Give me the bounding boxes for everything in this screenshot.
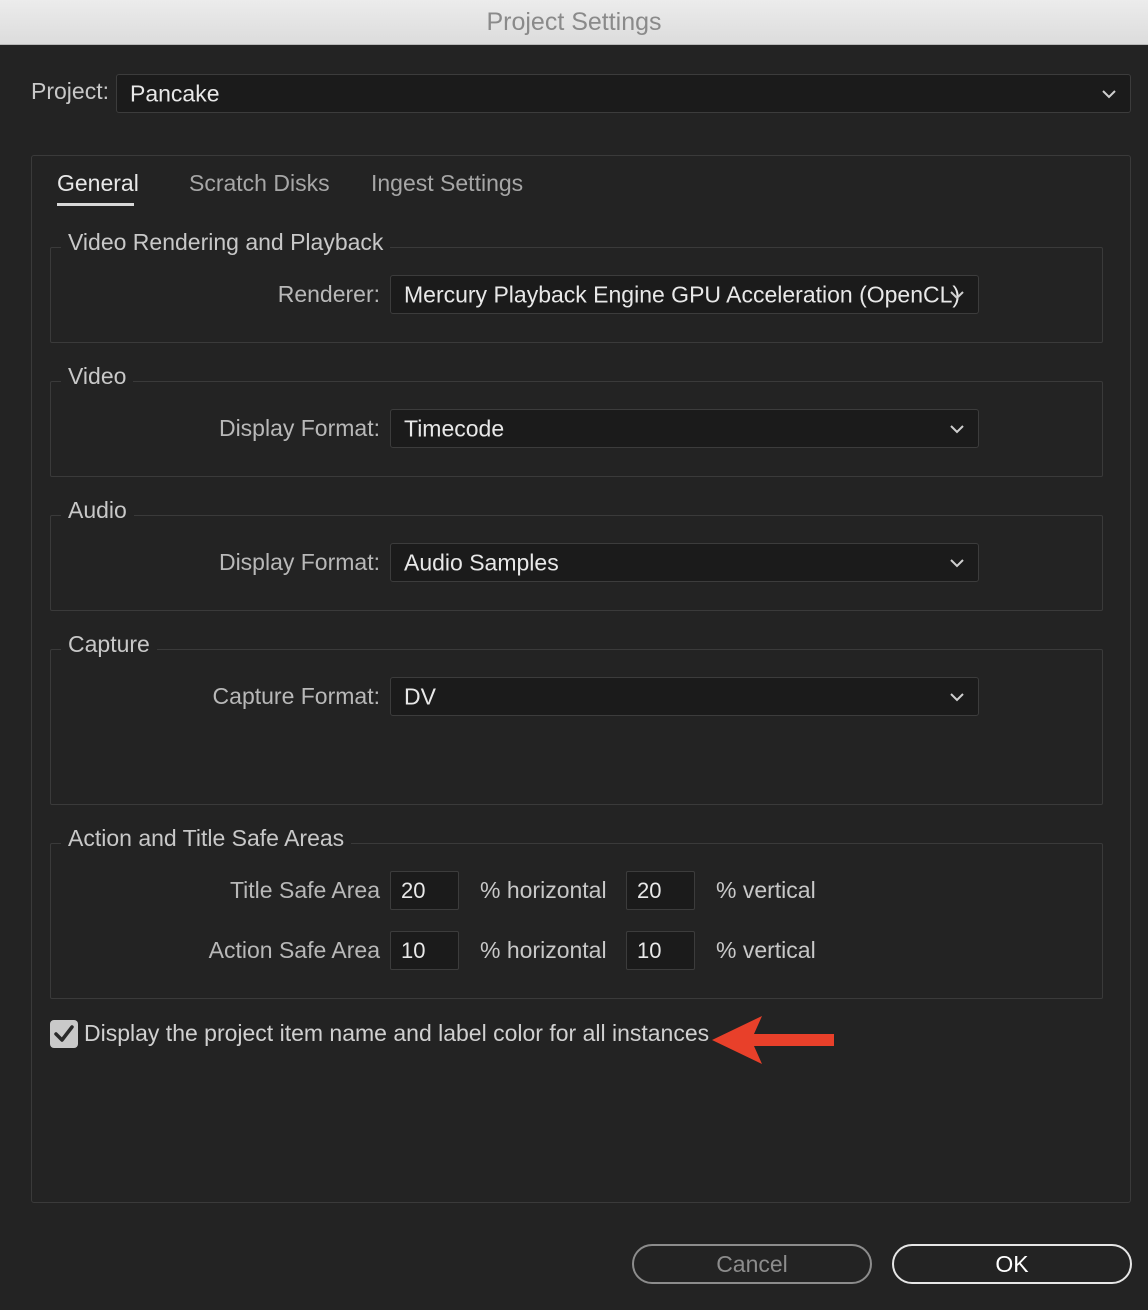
chevron-down-icon xyxy=(950,290,964,299)
video-rendering-legend: Video Rendering and Playback xyxy=(61,229,391,256)
video-display-format-label: Display Format: xyxy=(218,415,380,441)
action-safe-vertical-unit: % vertical xyxy=(716,937,816,963)
project-label: Project: xyxy=(31,78,109,104)
chevron-down-icon xyxy=(950,692,964,701)
tab-scratch-disks[interactable]: Scratch Disks xyxy=(189,170,330,197)
cancel-button[interactable]: Cancel xyxy=(632,1244,872,1284)
tab-general[interactable]: General xyxy=(57,170,139,197)
red-arrow-icon xyxy=(712,1016,834,1064)
video-legend: Video xyxy=(61,363,134,390)
action-safe-horizontal-input[interactable]: 10 xyxy=(390,931,459,970)
title-safe-vertical-unit: % vertical xyxy=(716,877,816,903)
safe-areas-group: Action and Title Safe Areas xyxy=(50,825,1103,999)
video-display-format-select[interactable]: Timecode xyxy=(390,409,979,448)
active-tab-indicator xyxy=(57,203,134,206)
project-select-value: Pancake xyxy=(130,80,220,106)
project-select[interactable]: Pancake xyxy=(116,74,1131,113)
title-safe-vertical-input[interactable]: 20 xyxy=(626,871,695,910)
title-safe-horizontal-input[interactable]: 20 xyxy=(390,871,459,910)
checkmark-icon xyxy=(54,1025,74,1042)
title-safe-horizontal-unit: % horizontal xyxy=(480,877,607,903)
window-title-bar: Project Settings xyxy=(0,0,1148,45)
chevron-down-icon xyxy=(950,558,964,567)
capture-format-select[interactable]: DV xyxy=(390,677,979,716)
safe-areas-legend: Action and Title Safe Areas xyxy=(61,825,352,852)
capture-legend: Capture xyxy=(61,631,157,658)
title-safe-area-label: Title Safe Area xyxy=(229,877,380,903)
capture-group: Capture xyxy=(50,631,1103,805)
renderer-label: Renderer: xyxy=(277,281,380,307)
audio-display-format-value: Audio Samples xyxy=(404,549,559,575)
tab-ingest-settings[interactable]: Ingest Settings xyxy=(371,170,523,197)
audio-display-format-label: Display Format: xyxy=(218,549,380,575)
ok-button[interactable]: OK xyxy=(892,1244,1132,1284)
action-safe-horizontal-unit: % horizontal xyxy=(480,937,607,963)
action-safe-area-label: Action Safe Area xyxy=(208,937,380,963)
audio-legend: Audio xyxy=(61,497,134,524)
chevron-down-icon xyxy=(950,424,964,433)
display-item-name-checkbox[interactable] xyxy=(50,1020,78,1048)
capture-format-label: Capture Format: xyxy=(212,683,380,709)
audio-display-format-select[interactable]: Audio Samples xyxy=(390,543,979,582)
action-safe-vertical-input[interactable]: 10 xyxy=(626,931,695,970)
video-display-format-value: Timecode xyxy=(404,415,505,441)
chevron-down-icon xyxy=(1102,89,1116,98)
window-title: Project Settings xyxy=(486,8,662,36)
renderer-select-value: Mercury Playback Engine GPU Acceleration… xyxy=(404,281,961,307)
renderer-select[interactable]: Mercury Playback Engine GPU Acceleration… xyxy=(390,275,979,314)
display-item-name-label: Display the project item name and label … xyxy=(84,1020,710,1046)
capture-format-value: DV xyxy=(404,683,436,709)
